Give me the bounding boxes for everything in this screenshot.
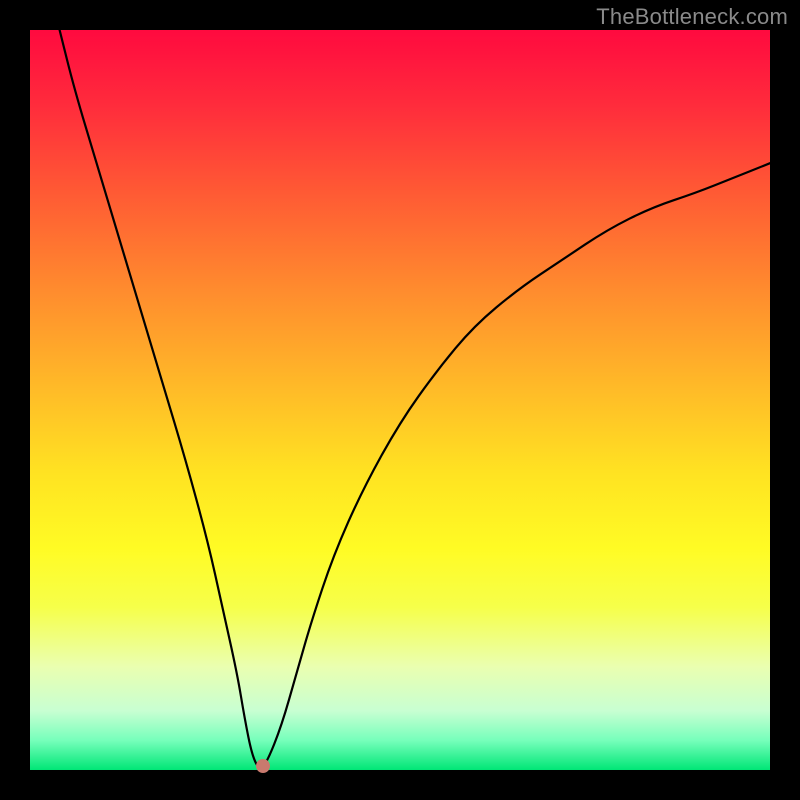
curve-line (0, 0, 800, 800)
watermark-text: TheBottleneck.com (596, 4, 788, 30)
min-point-marker (256, 759, 270, 773)
chart-frame: TheBottleneck.com (0, 0, 800, 800)
